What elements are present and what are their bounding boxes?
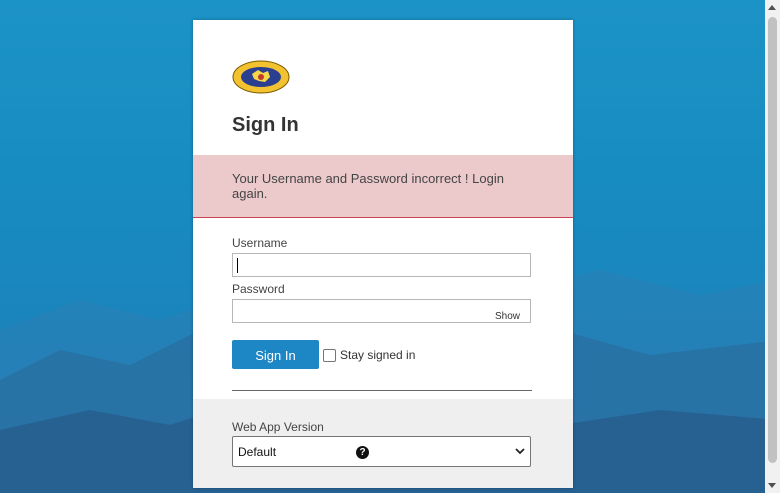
sign-in-button[interactable]: Sign In <box>232 340 319 369</box>
error-alert: Your Username and Password incorrect ! L… <box>193 155 573 218</box>
username-label: Username <box>232 236 288 250</box>
login-card: Sign In Your Username and Password incor… <box>193 20 573 488</box>
text-caret <box>237 258 238 273</box>
select-value: Default <box>238 445 277 459</box>
password-field[interactable]: Show <box>232 299 531 323</box>
organization-logo <box>232 60 290 94</box>
version-label: Web App Version <box>232 420 324 434</box>
divider <box>232 390 532 391</box>
footer-panel: Web App Version Default <box>193 399 573 488</box>
web-app-version-select[interactable]: Default <box>232 436 531 467</box>
help-icon[interactable]: ? <box>356 446 369 459</box>
password-label: Password <box>232 282 285 296</box>
stay-signed-in-label[interactable]: Stay signed in <box>340 348 415 362</box>
scrollbar-thumb[interactable] <box>768 17 777 463</box>
scroll-up-arrow-icon[interactable] <box>768 5 776 10</box>
error-message: Your Username and Password incorrect ! L… <box>232 171 504 201</box>
chevron-down-icon <box>515 448 525 455</box>
page-scrollbar[interactable] <box>765 0 780 493</box>
stay-signed-in-checkbox[interactable] <box>323 349 336 362</box>
scroll-down-arrow-icon[interactable] <box>768 483 776 488</box>
show-password-toggle[interactable]: Show <box>495 311 520 322</box>
page-title: Sign In <box>232 114 299 136</box>
username-field[interactable] <box>232 253 531 277</box>
